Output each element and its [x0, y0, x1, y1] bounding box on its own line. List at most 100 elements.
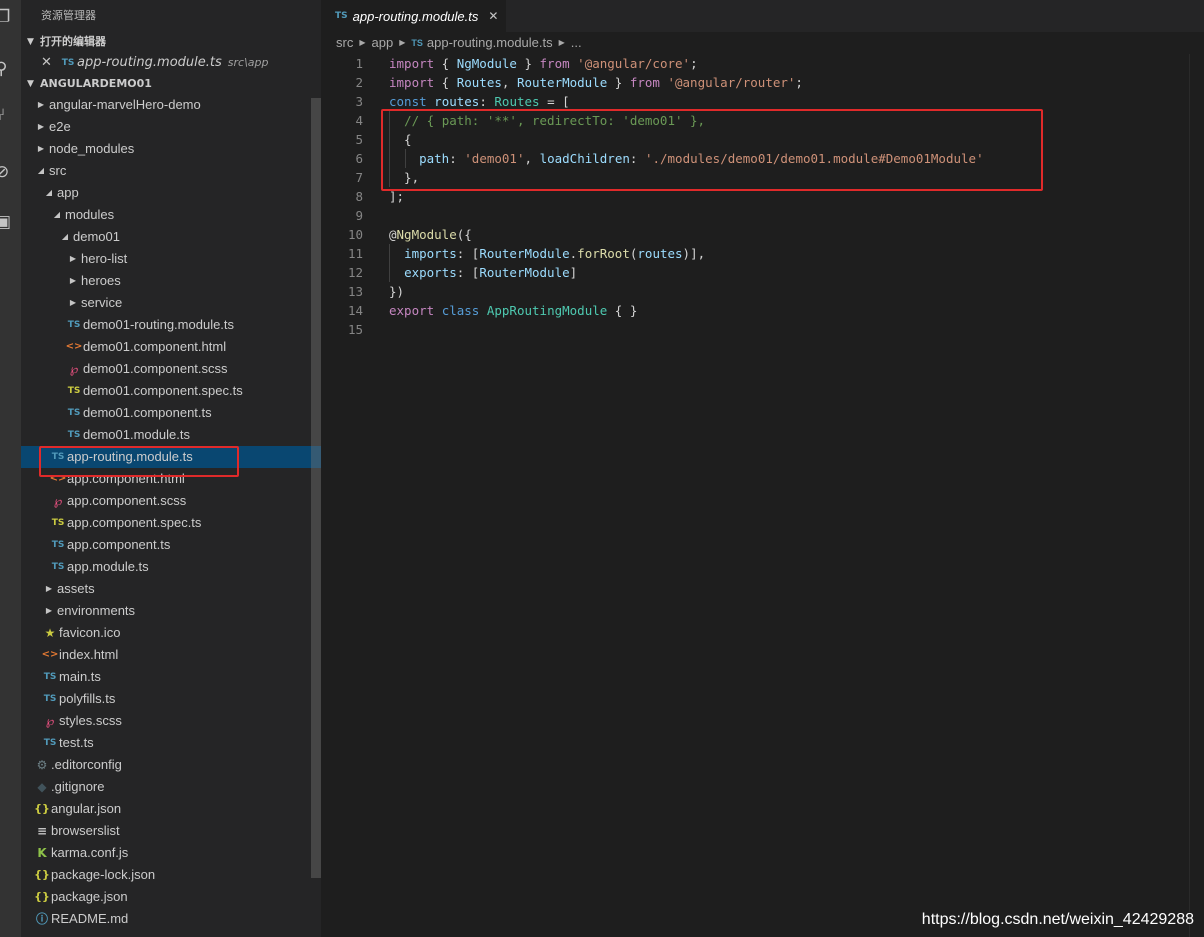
- tree-folder[interactable]: ▶ hero-list: [21, 248, 321, 270]
- ts-file-icon: TS: [67, 408, 81, 418]
- chevron-down-icon: ◢: [53, 210, 61, 219]
- tree-file[interactable]: ★ favicon.ico: [21, 622, 321, 644]
- debug-icon[interactable]: ⊘: [0, 157, 21, 187]
- tree-file[interactable]: TS demo01.module.ts: [21, 424, 321, 446]
- explorer-icon[interactable]: ❐: [0, 2, 21, 32]
- line-content: import { Routes, RouterModule } from '@a…: [389, 75, 803, 90]
- tree-file[interactable]: ◆ .gitignore: [21, 776, 321, 798]
- tree-file[interactable]: TS demo01-routing.module.ts: [21, 314, 321, 336]
- tree-file[interactable]: ≡ browserslist: [21, 820, 321, 842]
- tree-file[interactable]: TS polyfills.ts: [21, 688, 321, 710]
- close-icon[interactable]: ✕: [488, 9, 498, 23]
- editor-scrollbar[interactable]: [1189, 54, 1204, 937]
- source-control-icon[interactable]: ⑂: [0, 100, 21, 130]
- line-content: export class AppRoutingModule { }: [389, 303, 638, 318]
- tree-file[interactable]: ℘ app.component.scss: [21, 490, 321, 512]
- tree-item-label: app.module.ts: [67, 559, 149, 574]
- tree-file[interactable]: TS test.ts: [21, 732, 321, 754]
- line-number: 12: [347, 265, 363, 280]
- tree-item-label: app.component.spec.ts: [67, 515, 202, 530]
- tree-folder[interactable]: ▶ assets: [21, 578, 321, 600]
- sidebar-scrollbar[interactable]: [311, 98, 321, 878]
- chevron-right-icon: ▶: [359, 38, 366, 47]
- tree-file[interactable]: TS demo01.component.ts: [21, 402, 321, 424]
- breadcrumb-more[interactable]: ...: [571, 32, 582, 54]
- line-number: 13: [347, 284, 363, 299]
- extensions-icon[interactable]: ▣: [0, 207, 21, 237]
- code-line: 10 @NgModule({: [321, 225, 1204, 244]
- tree-file[interactable]: {} package-lock.json: [21, 864, 321, 886]
- tree-folder[interactable]: ▶ service: [21, 292, 321, 314]
- tree-folder[interactable]: ◢ demo01: [21, 226, 321, 248]
- line-content: [363, 320, 389, 339]
- tree-file[interactable]: ⚙ .editorconfig: [21, 754, 321, 776]
- line-number: 7: [355, 170, 363, 185]
- tree-file[interactable]: ℘ styles.scss: [21, 710, 321, 732]
- tree-file[interactable]: TS app.component.ts: [21, 534, 321, 556]
- ts-file-icon: TS: [411, 38, 423, 48]
- scss-file-icon: ℘: [45, 714, 55, 728]
- open-editor-item[interactable]: ✕ TS app-routing.module.ts src\app: [21, 52, 321, 74]
- search-icon[interactable]: ⚲: [0, 54, 21, 84]
- project-label: ANGULARDEMO01: [40, 77, 152, 90]
- favicon-icon: ★: [44, 626, 56, 640]
- tree-file[interactable]: TS demo01.component.spec.ts: [21, 380, 321, 402]
- tree-file[interactable]: ⓘ README.md: [21, 908, 321, 930]
- tree-file[interactable]: Kkarma.conf.js: [21, 842, 321, 864]
- chevron-right-icon: ▶: [69, 254, 77, 263]
- line-number: 8: [355, 189, 363, 204]
- code-line: 9: [321, 206, 1204, 225]
- line-number: 4: [355, 113, 363, 128]
- code-line: 12 exports: [RouterModule]: [321, 263, 1204, 282]
- tree-file[interactable]: <> index.html: [21, 644, 321, 666]
- breadcrumb-app[interactable]: app: [372, 32, 394, 54]
- scss-file-icon: ℘: [53, 494, 63, 508]
- chevron-down-icon: ◢: [37, 166, 45, 175]
- tree-file[interactable]: {} angular.json: [21, 798, 321, 820]
- breadcrumb-src[interactable]: src: [336, 32, 353, 54]
- breadcrumb-file[interactable]: app-routing.module.ts: [427, 32, 553, 54]
- tree-folder[interactable]: ▶ environments: [21, 600, 321, 622]
- tree-folder[interactable]: ▶ node_modules: [21, 138, 321, 160]
- line-number: 6: [355, 151, 363, 166]
- tree-file[interactable]: ℘ demo01.component.scss: [21, 358, 321, 380]
- chevron-right-icon: ▶: [69, 298, 77, 307]
- line-content: import { NgModule } from '@angular/core'…: [389, 56, 698, 71]
- tree-folder[interactable]: ▶ angular-marvelHero-demo: [21, 94, 321, 116]
- tree-folder[interactable]: ◢ modules: [21, 204, 321, 226]
- ts-file-icon: TS: [67, 320, 81, 330]
- tree-file[interactable]: {} package.json: [21, 886, 321, 908]
- open-editors-header[interactable]: ▼ 打开的编辑器: [21, 32, 321, 52]
- code-line: 15: [321, 320, 1204, 339]
- chevron-down-icon: ▼: [27, 79, 34, 89]
- line-content: }): [389, 284, 405, 299]
- ts-spec-file-icon: TS: [51, 518, 65, 528]
- tree-file[interactable]: TS app.component.spec.ts: [21, 512, 321, 534]
- line-content: [363, 206, 389, 225]
- code-editor[interactable]: 1 import { NgModule } from '@angular/core…: [321, 54, 1204, 339]
- tree-file[interactable]: TS main.ts: [21, 666, 321, 688]
- close-icon[interactable]: ✕: [41, 52, 59, 74]
- chevron-right-icon: ▶: [37, 100, 45, 109]
- tab-label: app-routing.module.ts: [352, 8, 479, 24]
- tree-item-label: package.json: [51, 889, 128, 904]
- tree-folder[interactable]: ▶ heroes: [21, 270, 321, 292]
- json-file-icon: {}: [34, 890, 50, 903]
- tree-file[interactable]: TS app.module.ts: [21, 556, 321, 578]
- tab-app-routing[interactable]: TS app-routing.module.ts ✕: [321, 0, 506, 32]
- tree-folder[interactable]: ◢ src: [21, 160, 321, 182]
- list-icon: ≡: [36, 824, 48, 838]
- tree-item-label: e2e: [49, 119, 71, 134]
- tree-item-label: demo01.component.html: [83, 339, 227, 354]
- ts-file-icon: TS: [51, 562, 65, 572]
- tree-file[interactable]: <> demo01.component.html: [21, 336, 321, 358]
- tree-folder[interactable]: ▶ e2e: [21, 116, 321, 138]
- tree-folder[interactable]: ◢ app: [21, 182, 321, 204]
- ts-file-icon: TS: [43, 738, 57, 748]
- info-icon: ⓘ: [35, 912, 48, 926]
- line-number: 9: [355, 208, 363, 223]
- indent-guide: [389, 244, 390, 282]
- chevron-down-icon: ◢: [45, 188, 53, 197]
- project-header[interactable]: ▼ ANGULARDEMO01: [21, 74, 321, 94]
- ts-file-icon: TS: [61, 58, 75, 68]
